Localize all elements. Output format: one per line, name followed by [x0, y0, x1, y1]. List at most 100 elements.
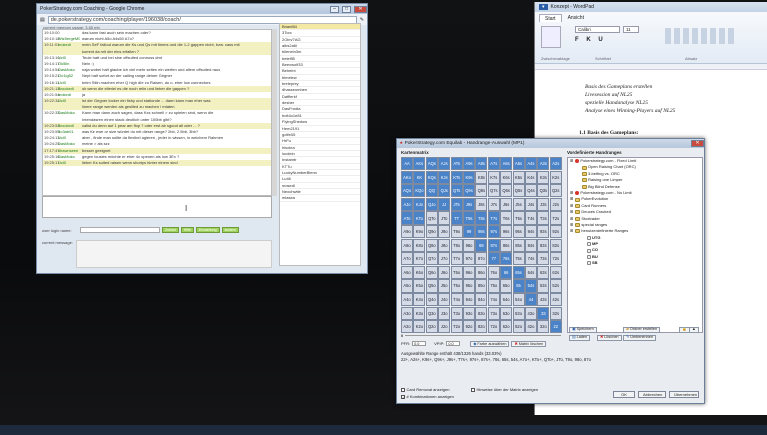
- range-slider[interactable]: ‖: [401, 333, 561, 338]
- range-text[interactable]: 22+, A2s+, K9s+, Q9s+, J9s+, T7s+, 97s+,…: [401, 357, 701, 362]
- hand-cell[interactable]: 94o: [462, 292, 476, 307]
- hand-cell[interactable]: 85s: [512, 238, 525, 252]
- hand-cell[interactable]: 42o: [524, 320, 537, 334]
- hand-cell[interactable]: Q8s: [475, 184, 488, 198]
- hand-cell[interactable]: 52s: [549, 279, 562, 293]
- hand-cell[interactable]: 43s: [537, 292, 550, 307]
- hand-cell[interactable]: QTo: [425, 211, 438, 225]
- taskbar[interactable]: [0, 425, 767, 435]
- hand-cell[interactable]: J4o: [438, 292, 451, 307]
- hand-cell[interactable]: 96o: [462, 265, 476, 280]
- hand-cell[interactable]: AJs: [438, 157, 451, 171]
- range-tree[interactable]: ⊞ Pokerstrategy.com - Fixed Limit Open Rai…: [567, 157, 703, 333]
- hand-cell[interactable]: 97o: [462, 252, 476, 266]
- hand-cell[interactable]: 32o: [537, 320, 550, 334]
- hand-matrix[interactable]: AA AKs AQs AJs ATs A9s A8s A7s A6s A5s A4s A3s A2s AK…: [401, 157, 562, 334]
- hand-cell[interactable]: K8s: [475, 170, 488, 184]
- hand-cell[interactable]: J4s: [524, 197, 537, 212]
- hand-cell[interactable]: 75s: [512, 252, 525, 266]
- ordner-erstellen-button[interactable]: ▰ Ordner erstellen: [623, 327, 661, 333]
- hand-cell[interactable]: K7s: [487, 170, 500, 184]
- paragraph-toolbar[interactable]: [665, 28, 735, 44]
- hand-cell[interactable]: T4s: [524, 211, 537, 225]
- hand-cell[interactable]: A3s: [537, 157, 550, 171]
- checkbox-box[interactable]: [401, 387, 405, 392]
- hand-cell[interactable]: 94s: [524, 224, 537, 239]
- hand-cell[interactable]: KJo: [413, 197, 426, 212]
- hand-cell[interactable]: T2s: [549, 211, 562, 225]
- hand-cell[interactable]: 77: [487, 252, 500, 266]
- message-input[interactable]: [42, 196, 272, 218]
- wordpad-titlebar[interactable]: ▾ Konzept - WordPad: [535, 2, 767, 12]
- speichern-button[interactable]: ▣ Speichern: [569, 327, 597, 333]
- hand-cell[interactable]: KTo: [413, 211, 426, 225]
- chat-log[interactable]: 19:10:00 das kann fast auch sein machen o…: [42, 29, 272, 196]
- hand-cell[interactable]: 98s: [475, 224, 488, 239]
- font-size-select[interactable]: 11: [623, 26, 639, 33]
- hand-cell[interactable]: 85o: [475, 279, 488, 293]
- hand-cell[interactable]: AQs: [425, 157, 438, 171]
- hand-cell[interactable]: J8o: [438, 238, 451, 252]
- format-toolbar[interactable]: F K U: [575, 37, 606, 43]
- hand-cell[interactable]: AQo: [401, 184, 414, 198]
- hand-cell[interactable]: AKs: [413, 157, 426, 171]
- hand-cell[interactable]: A9o: [401, 224, 414, 239]
- hand-cell[interactable]: T5s: [512, 211, 525, 225]
- hand-cell[interactable]: K5s: [512, 170, 525, 184]
- unlock-button[interactable]: ▲: [689, 327, 699, 333]
- hints-checkbox[interactable]: Hinweise über der Matrix anzeigen: [471, 387, 538, 392]
- hand-cell[interactable]: 93o: [462, 306, 476, 320]
- minimize-button[interactable]: –: [330, 5, 339, 13]
- hand-cell[interactable]: T9o: [450, 224, 463, 239]
- chat-user[interactable]: Ucl0: [58, 160, 80, 166]
- hand-cell[interactable]: 44: [524, 292, 537, 307]
- hand-cell[interactable]: A8s: [475, 157, 488, 171]
- hand-cell[interactable]: K2o: [413, 320, 426, 334]
- hand-cell[interactable]: J2o: [438, 320, 451, 334]
- hand-cell[interactable]: K6s: [500, 170, 513, 184]
- hand-cell[interactable]: KK: [413, 170, 426, 184]
- hand-cell[interactable]: QJo: [425, 197, 438, 212]
- user-list-item[interactable]: miasea: [280, 195, 360, 202]
- equilab-dialog[interactable]: ♠ PokerStrategy.com Equilab - Handrange-…: [396, 138, 705, 404]
- slider-track[interactable]: [405, 334, 561, 337]
- hand-cell[interactable]: A7o: [401, 252, 414, 266]
- hand-cell[interactable]: 96s: [500, 224, 513, 239]
- hand-cell[interactable]: 65o: [500, 279, 513, 293]
- hand-cell[interactable]: TT: [450, 211, 463, 225]
- user-list[interactable]: Brianf84 3Torc 2Oim/7AG albs2a6l bilenein3m b…: [279, 23, 361, 266]
- hand-cell[interactable]: T8o: [450, 238, 463, 252]
- paste-button[interactable]: [541, 26, 561, 48]
- hand-cell[interactable]: J6o: [438, 265, 451, 280]
- wordpad-ribbon[interactable]: Start Ansicht Calibri 11 F K U Zwischena…: [535, 12, 767, 64]
- hand-cell[interactable]: J3s: [537, 197, 550, 212]
- hand-cell[interactable]: J6s: [500, 197, 513, 212]
- hand-cell[interactable]: 98o: [462, 238, 476, 252]
- hand-cell[interactable]: QTs: [450, 184, 463, 198]
- hand-cell[interactable]: 86o: [475, 265, 488, 280]
- hand-cell[interactable]: A8o: [401, 238, 414, 252]
- hand-cell[interactable]: 52o: [512, 320, 525, 334]
- hand-cell[interactable]: Q9s: [462, 184, 476, 198]
- hand-cell[interactable]: A5s: [512, 157, 525, 171]
- farbe-auswaehlen-button[interactable]: ◆ Farbe auswählen: [470, 340, 510, 347]
- hand-cell[interactable]: 74s: [524, 252, 537, 266]
- expand-icon[interactable]: ⊞: [570, 158, 573, 164]
- hand-cell[interactable]: QJs: [438, 184, 451, 198]
- hand-cell[interactable]: A5o: [401, 279, 414, 293]
- hand-cell[interactable]: JTs: [450, 197, 463, 212]
- hand-cell[interactable]: 74o: [487, 292, 500, 307]
- chat-scrollbar[interactable]: [272, 29, 277, 196]
- hand-cell[interactable]: 76o: [487, 265, 500, 280]
- einstellung-button[interactable]: Einstellung: [196, 227, 220, 233]
- close-button[interactable]: ✕: [354, 5, 367, 13]
- hand-cell[interactable]: 72s: [549, 252, 562, 266]
- hand-cell[interactable]: 88: [475, 238, 488, 252]
- hand-cell[interactable]: Q8o: [425, 238, 438, 252]
- slider-handle[interactable]: ‖: [401, 333, 403, 338]
- hand-cell[interactable]: K9o: [413, 224, 426, 239]
- hand-cell[interactable]: K5o: [413, 279, 426, 293]
- hand-cell[interactable]: Q4s: [524, 184, 537, 198]
- hand-cell[interactable]: 87s: [487, 238, 500, 252]
- tab-ansicht[interactable]: Ansicht: [563, 14, 589, 22]
